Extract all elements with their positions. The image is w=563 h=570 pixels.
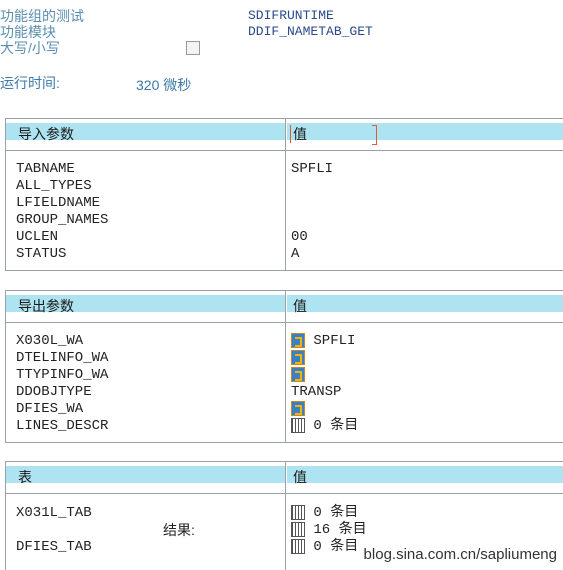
tables-value-header: 值 (293, 469, 307, 485)
param-value[interactable]: SPFLI (291, 161, 333, 178)
table-value: 0 条目 (313, 505, 359, 522)
param-name: LINES_DESCR (16, 418, 109, 434)
param-value[interactable]: A (291, 246, 299, 263)
function-group-label: 功能组的测试 (0, 8, 84, 24)
param-name: LFIELDNAME (16, 195, 101, 211)
runtime-label: 运行时间: (0, 75, 60, 91)
table-name: DFIES_TAB (16, 539, 92, 555)
watermark: blog.sina.com.cn/sapliumeng (363, 546, 557, 563)
table-value: 0 条目 (313, 539, 359, 556)
result-label: 结果: (163, 522, 195, 538)
import-value-header: 值 (293, 126, 307, 142)
cursor-bracket-right (372, 125, 377, 145)
import-params-panel: 导入参数 值 TABNAME SPFLI ALL_TYPES LFIELDNAM… (5, 118, 563, 271)
table-name: X031L_TAB (16, 505, 92, 521)
table-icon[interactable] (291, 505, 305, 520)
param-value[interactable]: TRANSP (291, 384, 341, 401)
structure-icon[interactable] (291, 333, 305, 348)
param-value[interactable]: 00 (291, 229, 308, 246)
param-name: DDOBJTYPE (16, 384, 92, 400)
table-icon[interactable] (291, 539, 305, 554)
param-value: SPFLI (313, 333, 356, 350)
import-params-title: 导入参数 (18, 126, 74, 142)
structure-icon[interactable] (291, 350, 305, 365)
param-name: STATUS (16, 246, 67, 262)
param-value: 0 条目 (313, 418, 359, 435)
param-name: GROUP_NAMES (16, 212, 109, 228)
table-icon[interactable] (291, 522, 305, 537)
table-value: 16 条目 (313, 522, 367, 539)
param-name: ALL_TYPES (16, 178, 92, 194)
param-name: TTYPINFO_WA (16, 367, 109, 383)
tables-title: 表 (18, 469, 32, 485)
runtime-value: 320 微秒 (136, 77, 192, 93)
param-name: TABNAME (16, 161, 75, 177)
table-icon[interactable] (291, 418, 305, 433)
function-module-label: 功能模块 (0, 24, 56, 40)
case-label: 大写/小写 (0, 40, 60, 56)
case-checkbox[interactable] (186, 41, 200, 55)
param-name: DFIES_WA (16, 401, 84, 417)
export-value-header: 值 (293, 298, 307, 314)
structure-icon[interactable] (291, 367, 305, 382)
function-module-value: DDIF_NAMETAB_GET (248, 24, 373, 39)
cursor-bracket-left (290, 125, 295, 143)
param-name: DTELINFO_WA (16, 350, 109, 366)
export-params-title: 导出参数 (18, 298, 74, 314)
function-group-value: SDIFRUNTIME (248, 8, 334, 23)
param-name: X030L_WA (16, 333, 84, 349)
structure-icon[interactable] (291, 401, 305, 416)
param-name: UCLEN (16, 229, 59, 245)
export-params-panel: 导出参数 值 X030L_WA SPFLI DTELINFO_WA TTYPIN… (5, 290, 563, 443)
